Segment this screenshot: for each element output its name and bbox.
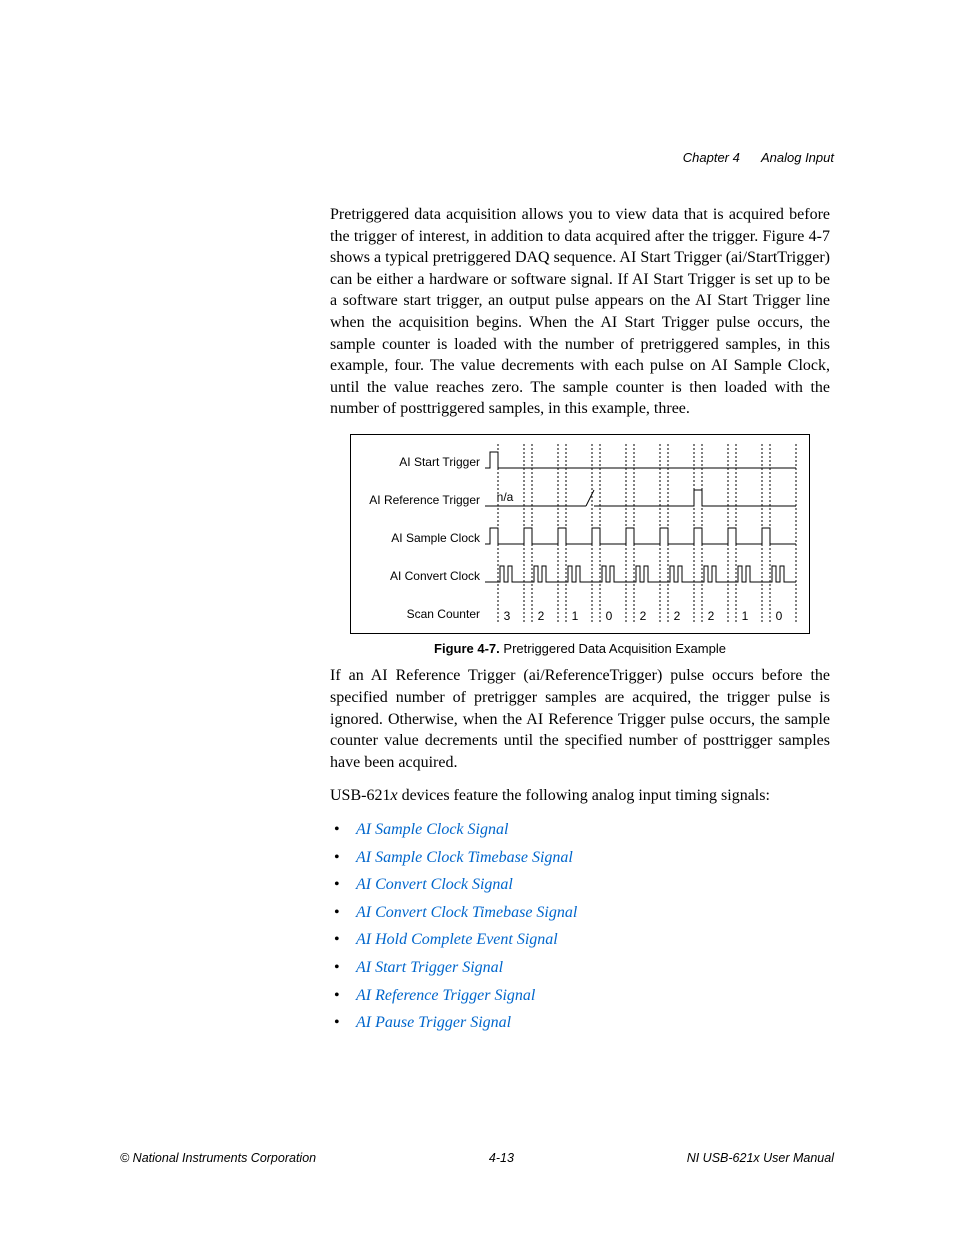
figure-number: Figure 4-7. bbox=[434, 641, 500, 656]
paragraph-1: Pretriggered data acquisition allows you… bbox=[330, 204, 830, 420]
p3-prefix: USB-621 bbox=[330, 787, 390, 804]
scan-val-0: 3 bbox=[504, 609, 511, 623]
scan-val-1: 2 bbox=[538, 609, 545, 623]
figure-title: Pretriggered Data Acquisition Example bbox=[500, 641, 726, 656]
paragraph-3: USB-621x devices feature the following a… bbox=[330, 785, 830, 807]
label-scan-counter: Scan Counter bbox=[407, 607, 480, 621]
page: Chapter 4 Analog Input Pretriggered data… bbox=[0, 0, 954, 1235]
link-ai-reference-trigger[interactable]: AI Reference Trigger Signal bbox=[356, 987, 535, 1004]
link-ai-sample-clock-timebase[interactable]: AI Sample Clock Timebase Signal bbox=[356, 849, 573, 866]
paragraph-2: If an AI Reference Trigger (ai/Reference… bbox=[330, 665, 830, 773]
page-footer: © National Instruments Corporation 4-13 … bbox=[120, 1151, 834, 1165]
scan-val-4: 2 bbox=[640, 609, 647, 623]
p3-rest: devices feature the following analog inp… bbox=[398, 787, 770, 804]
label-sample-clock: AI Sample Clock bbox=[391, 531, 481, 545]
header-title: Analog Input bbox=[761, 150, 834, 165]
scan-val-8: 0 bbox=[776, 609, 783, 623]
link-ai-pause-trigger[interactable]: AI Pause Trigger Signal bbox=[356, 1014, 511, 1031]
scan-val-7: 1 bbox=[742, 609, 749, 623]
link-ai-start-trigger[interactable]: AI Start Trigger Signal bbox=[356, 959, 503, 976]
footer-right: NI USB-621x User Manual bbox=[687, 1151, 834, 1165]
label-reference-trigger: AI Reference Trigger bbox=[369, 493, 480, 507]
label-convert-clock: AI Convert Clock bbox=[390, 569, 481, 583]
link-ai-convert-clock[interactable]: AI Convert Clock Signal bbox=[356, 876, 513, 893]
label-start-trigger: AI Start Trigger bbox=[399, 455, 480, 469]
scan-val-3: 0 bbox=[606, 609, 613, 623]
scan-val-6: 2 bbox=[708, 609, 715, 623]
link-ai-hold-complete[interactable]: AI Hold Complete Event Signal bbox=[356, 931, 558, 948]
signal-link-list: AI Sample Clock Signal AI Sample Clock T… bbox=[330, 819, 830, 1034]
scan-val-2: 1 bbox=[572, 609, 579, 623]
figure-caption: Figure 4-7. Pretriggered Data Acquisitio… bbox=[350, 640, 810, 658]
running-header: Chapter 4 Analog Input bbox=[683, 150, 834, 165]
chapter-label: Chapter 4 bbox=[683, 150, 740, 165]
timing-diagram-svg: AI Start Trigger AI Reference Trigger AI… bbox=[350, 434, 810, 634]
link-ai-sample-clock[interactable]: AI Sample Clock Signal bbox=[356, 821, 508, 838]
na-text: n/a bbox=[497, 490, 514, 504]
body-content: Pretriggered data acquisition allows you… bbox=[330, 204, 830, 1034]
footer-left: © National Instruments Corporation bbox=[120, 1151, 316, 1165]
p3-x: x bbox=[390, 787, 397, 804]
footer-center: 4-13 bbox=[489, 1151, 514, 1165]
scan-val-5: 2 bbox=[674, 609, 681, 623]
figure-4-7: AI Start Trigger AI Reference Trigger AI… bbox=[350, 434, 810, 658]
link-ai-convert-clock-timebase[interactable]: AI Convert Clock Timebase Signal bbox=[356, 904, 577, 921]
